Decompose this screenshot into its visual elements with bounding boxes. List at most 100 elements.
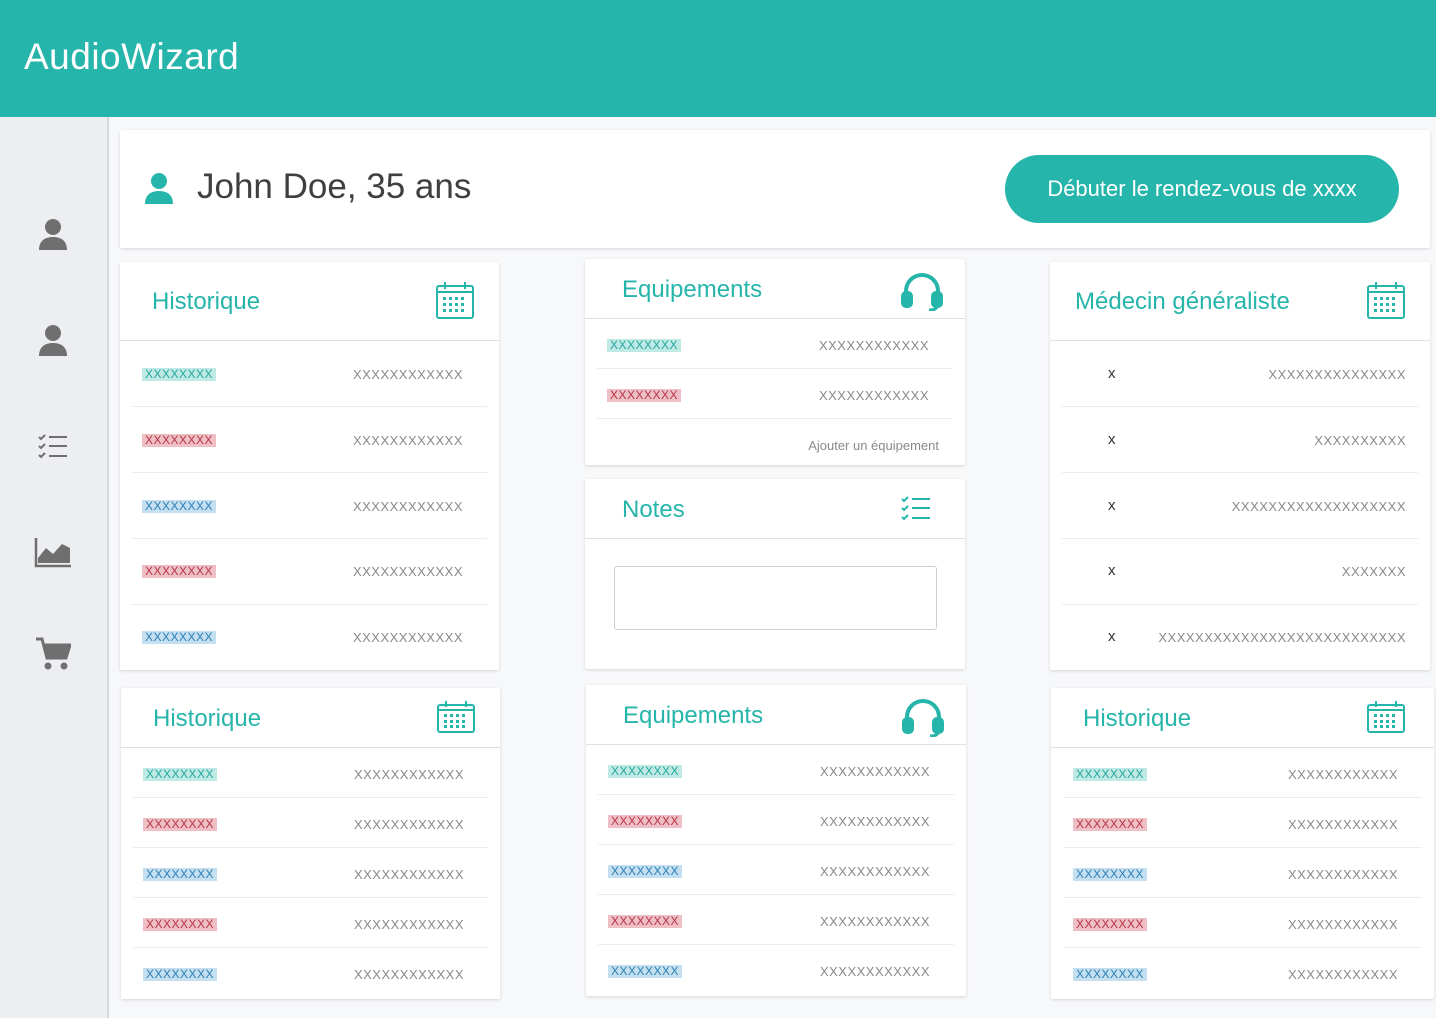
row-value: XXXXXXXXXXXX [1287,817,1398,832]
tag: XXXXXXXX [607,389,682,402]
list-item[interactable]: XXXXXXXX XXXXXXXXXXXX [598,745,954,795]
start-appointment-button[interactable]: Débuter le rendez-vous de xxxx [1005,155,1399,223]
checklist-icon[interactable] [901,495,941,535]
row-value: XXXXXXXXXXXX [1287,767,1398,782]
list-item[interactable]: x XXXXXXXXXXXXXXXXXXXXXXXXXXX [1062,605,1418,670]
tag: XXXXXXXX [142,500,217,513]
list-item[interactable]: XXXXXXXX XXXXXXXXXXXX [598,895,954,945]
list-item[interactable]: XXXXXXXX XXXXXXXXXXXX [1063,948,1422,998]
calendar-icon[interactable] [435,280,475,320]
tag: XXXXXXXX [142,368,217,381]
list-item[interactable]: XXXXXXXX XXXXXXXXXXXX [598,845,954,895]
row-value: XXXXXXX [1341,564,1406,579]
notes-input[interactable] [614,566,937,630]
card-title: Historique [153,705,262,732]
card-title: Equipements [622,276,763,303]
list-item[interactable]: XXXXXXXX XXXXXXXXXXXX [132,473,487,539]
card-header: Historique [1051,688,1434,748]
row-value: XXXXXXXXXXXX [352,630,463,645]
tag: XXXXXXXX [142,434,217,447]
row-value: XXXXXXXXXXXXXXXXXXX [1231,499,1406,514]
list-item[interactable]: XXXXXXXX XXXXXXXXXXXX [597,319,953,369]
list-item[interactable]: XXXXXXXX XXXXXXXXXXXX [1063,848,1422,898]
tag: XXXXXXXX [608,865,683,878]
sidebar [0,117,109,1018]
patient-person-icon [144,172,174,206]
card-header: Historique [121,688,500,748]
row-label: x [1108,562,1116,579]
list-item[interactable]: XXXXXXXX XXXXXXXXXXXX [1063,748,1422,798]
tag: XXXXXXXX [1073,918,1148,931]
tag: XXXXXXXX [142,631,217,644]
historique-card: Historique XXXXXXXX XXXXXXXXXXXX XXXXXXX… [121,688,500,999]
add-equipment-link[interactable]: Ajouter un équipement [808,438,939,453]
card-header: Notes [585,479,965,539]
patient-card: John Doe, 35 ans Débuter le rendez-vous … [120,130,1430,248]
row-value: XXXXXXXXXXXX [819,864,930,879]
tag: XXXXXXXX [143,868,218,881]
tag: XXXXXXXX [1073,968,1148,981]
historique-card: Historique XXXXXXXX XXXXXXXXXXXX XXXXXXX… [120,262,499,670]
headphones-icon[interactable] [901,271,943,312]
list-item[interactable]: XXXXXXXX XXXXXXXXXXXX [133,748,488,798]
row-label: x [1108,628,1116,645]
list-item[interactable]: XXXXXXXX XXXXXXXXXXXX [133,848,488,898]
row-value: XXXXXXXXXXXX [353,817,464,832]
list-item[interactable]: x XXXXXXXXXXXXXXX [1062,341,1418,407]
row-value: XXXXXXXXXXXX [352,367,463,382]
card-header: Médecin généraliste [1050,262,1430,341]
list-item[interactable]: XXXXXXXX XXXXXXXXXXXX [1063,898,1422,948]
row-value: XXXXXXXXXXXX [352,564,463,579]
tag: XXXXXXXX [608,915,683,928]
sidebar-person-icon[interactable] [33,214,73,254]
list-item[interactable]: XXXXXXXX XXXXXXXXXXXX [597,369,953,419]
row-value: XXXXXXXXXXXXXXXXXXXXXXXXXXX [1158,630,1406,645]
list-item[interactable]: XXXXXXXX XXXXXXXXXXXX [132,341,487,407]
tag: XXXXXXXX [143,968,218,981]
historique-card: Historique XXXXXXXX XXXXXXXXXXXX XXXXXXX… [1051,688,1434,999]
sidebar-checklist-icon[interactable] [33,427,73,467]
calendar-icon[interactable] [1366,280,1406,320]
row-value: XXXXXXXXXXXX [819,964,930,979]
tag: XXXXXXXX [1073,818,1148,831]
row-value: XXXXXXXXXXXX [1287,917,1398,932]
list-item[interactable]: x XXXXXXX [1062,539,1418,605]
tag: XXXXXXXX [142,565,217,578]
calendar-icon[interactable] [1366,700,1406,740]
headphones-icon[interactable] [902,697,944,738]
list-item[interactable]: XXXXXXXX XXXXXXXXXXXX [133,898,488,948]
card-header: Historique [120,262,499,341]
card-title: Historique [152,288,261,315]
list-item[interactable]: XXXXXXXX XXXXXXXXXXXX [133,798,488,848]
list-item[interactable]: x XXXXXXXXXXXXXXXXXXX [1062,473,1418,539]
row-value: XXXXXXXXXXXX [818,338,929,353]
row-value: XXXXXXXXXXXX [353,767,464,782]
top-bar: AudioWizard [0,0,1436,117]
sidebar-area-chart-icon[interactable] [33,532,73,572]
row-value: XXXXXXXXXX [1314,433,1406,448]
tag: XXXXXXXX [608,815,683,828]
list-item[interactable]: XXXXXXXX XXXXXXXXXXXX [598,795,954,845]
list-item[interactable]: XXXXXXXX XXXXXXXXXXXX [1063,798,1422,848]
list-item[interactable]: XXXXXXXX XXXXXXXXXXXX [598,945,954,995]
sidebar-cart-icon[interactable] [33,634,73,674]
tag: XXXXXXXX [1073,868,1148,881]
list-item[interactable]: XXXXXXXX XXXXXXXXXXXX [132,539,487,605]
row-value: XXXXXXXXXXXX [819,764,930,779]
equipements-card: Equipements XXXXXXXX XXXXXXXXXXXX XXXXXX… [585,259,965,465]
equipements-card: Equipements XXXXXXXX XXXXXXXXXXXX XXXXXX… [586,685,966,996]
list-item[interactable]: x XXXXXXXXXX [1062,407,1418,473]
calendar-icon[interactable] [436,700,476,740]
list-item[interactable]: XXXXXXXX XXXXXXXXXXXX [133,948,488,998]
row-value: XXXXXXXXXXXX [1287,867,1398,882]
list-item[interactable]: XXXXXXXX XXXXXXXXXXXX [132,407,487,473]
row-value: XXXXXXXXXXXX [353,967,464,982]
card-header: Equipements [585,259,965,319]
card-header: Equipements [586,685,966,745]
notes-card: Notes [585,479,965,669]
tag: XXXXXXXX [143,918,218,931]
list-item[interactable]: XXXXXXXX XXXXXXXXXXXX [132,605,487,670]
app-title: AudioWizard [24,36,240,77]
sidebar-person-icon[interactable] [33,320,73,360]
row-label: x [1108,365,1116,382]
